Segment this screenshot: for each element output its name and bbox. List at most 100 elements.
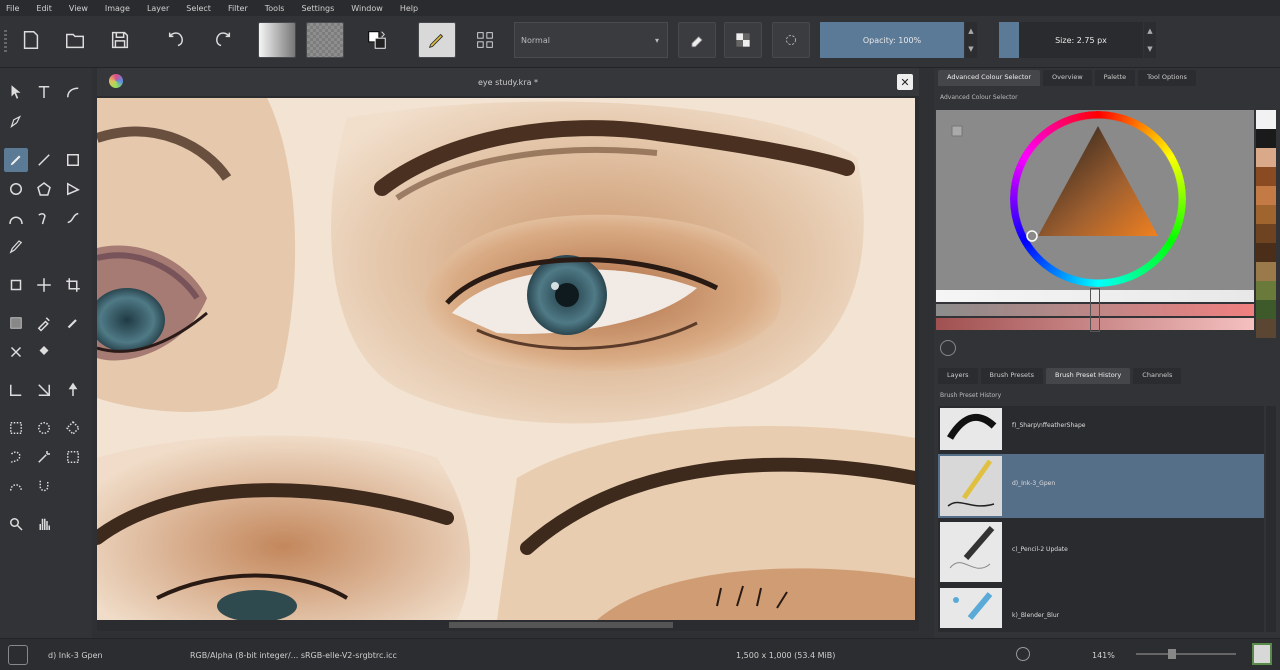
freehand-path-tool[interactable] [32,206,56,230]
rotate-icon[interactable] [1016,647,1030,661]
menu-window[interactable]: Window [351,4,383,13]
size-slider[interactable]: Size: 2.75 px [1019,22,1143,58]
tab-tool-options[interactable]: Tool Options [1138,70,1196,86]
ellipse-tool[interactable] [4,177,28,201]
undo-button[interactable] [160,22,194,58]
dynamic-brush-tool[interactable] [61,206,85,230]
smart-patch-tool[interactable] [61,311,85,335]
slider-handle[interactable] [1090,288,1100,332]
colour-swatch-0[interactable] [1256,110,1276,129]
scrollbar-thumb[interactable] [449,622,673,628]
menu-layer[interactable]: Layer [147,4,169,13]
brush-preset-button[interactable] [418,22,456,58]
fill-tool[interactable] [32,340,56,364]
tab-advanced-colour-selector[interactable]: Advanced Colour Selector [938,70,1041,86]
tab-layers[interactable]: Layers [938,368,978,384]
colour-swatch-4[interactable] [1256,186,1276,205]
horizontal-scrollbar[interactable] [97,620,915,630]
toolbar-grip[interactable] [4,30,7,52]
ellipse-select-tool[interactable] [32,416,56,440]
list-item[interactable]: c)_Pencil-2 Update [938,520,1264,584]
color-picker-tool[interactable] [32,311,56,335]
zoom-tool[interactable] [4,512,28,536]
colour-swatch-3[interactable] [1256,167,1276,186]
rect-select-tool[interactable] [4,416,28,440]
pattern-button[interactable] [306,22,344,58]
colour-swatch-8[interactable] [1256,262,1276,281]
color-swap-button[interactable] [360,22,394,58]
freehand-select-tool[interactable] [4,445,28,469]
line-tool[interactable] [32,148,56,172]
colour-swatch-5[interactable] [1256,205,1276,224]
colour-swatch-6[interactable] [1256,224,1276,243]
zoom-level[interactable]: 141% [1092,651,1115,660]
measure-tool[interactable] [4,378,28,402]
open-document-button[interactable] [58,22,92,58]
eraser-mode-button[interactable] [678,22,716,58]
similar-select-tool[interactable] [61,445,85,469]
list-item[interactable]: k)_Blender_Blur [938,586,1264,630]
colour-wheel[interactable] [936,110,1254,290]
tab-channels[interactable]: Channels [1133,368,1182,384]
settings-icon[interactable] [951,125,963,137]
list-item-selected[interactable]: d)_Ink-3_Gpen [938,454,1264,518]
blend-mode-select[interactable]: Normal ▾ [514,22,668,58]
vertical-scrollbar[interactable] [915,98,919,620]
gradient-tool[interactable] [4,311,28,335]
select-shapes-tool[interactable] [4,80,28,104]
colour-swatch-11[interactable] [1256,319,1276,338]
polyline-tool[interactable] [61,177,85,201]
refresh-icon[interactable] [940,340,956,356]
bezier-tool[interactable] [4,206,28,230]
canvas-only-icon[interactable] [1252,643,1272,665]
brush-list-scrollbar[interactable] [1266,406,1276,632]
freehand-brush-tool[interactable] [4,148,28,172]
colour-swatch-1[interactable] [1256,129,1276,148]
reference-tool[interactable] [61,378,85,402]
opacity-spinner[interactable]: ▲ ▼ [965,22,977,58]
colour-swatch-9[interactable] [1256,281,1276,300]
document-tab[interactable]: eye study.kra * ✕ [97,68,919,96]
size-spinner[interactable]: ▲ ▼ [1144,22,1156,58]
opacity-slider[interactable]: Opacity: 100% [820,22,964,58]
tab-brush-presets[interactable]: Brush Presets [980,368,1043,384]
redo-button[interactable] [205,22,239,58]
new-document-button[interactable] [14,22,48,58]
menu-edit[interactable]: Edit [36,4,52,13]
menu-help[interactable]: Help [400,4,418,13]
menu-view[interactable]: View [69,4,88,13]
menu-file[interactable]: File [6,4,19,13]
list-item[interactable]: f)_Sharp\nffeatherShape [938,406,1264,452]
text-tool[interactable] [32,80,56,104]
menu-settings[interactable]: Settings [301,4,334,13]
polygon-tool[interactable] [32,177,56,201]
contiguous-select-tool[interactable] [32,445,56,469]
colour-swatch-2[interactable] [1256,148,1276,167]
perspective-tool[interactable] [32,378,56,402]
size-slider-fill[interactable] [999,22,1019,58]
assistant-tool[interactable] [4,340,28,364]
canvas[interactable] [97,98,915,620]
gradient-button[interactable] [258,22,296,58]
close-icon[interactable]: ✕ [897,74,913,90]
zoom-slider-handle[interactable] [1168,649,1176,659]
multibrush-tool[interactable] [4,235,28,259]
workspace-button[interactable] [468,22,502,58]
menu-select[interactable]: Select [186,4,211,13]
calligraphy-tool[interactable] [4,110,28,134]
menu-tools[interactable]: Tools [265,4,285,13]
magnetic-select-tool[interactable] [32,474,56,498]
tab-palette[interactable]: Palette [1094,70,1136,86]
colour-selector[interactable] [936,110,1254,290]
move-tool[interactable] [32,273,56,297]
edit-shapes-tool[interactable] [61,80,85,104]
bezier-select-tool[interactable] [4,474,28,498]
polygon-select-tool[interactable] [61,416,85,440]
colour-swatch-10[interactable] [1256,300,1276,319]
rectangle-tool[interactable] [61,148,85,172]
pan-tool[interactable] [32,512,56,536]
brush-status-icon[interactable] [8,645,28,665]
tab-brush-preset-history[interactable]: Brush Preset History [1046,368,1131,384]
menu-image[interactable]: Image [105,4,130,13]
reload-preset-button[interactable] [772,22,810,58]
